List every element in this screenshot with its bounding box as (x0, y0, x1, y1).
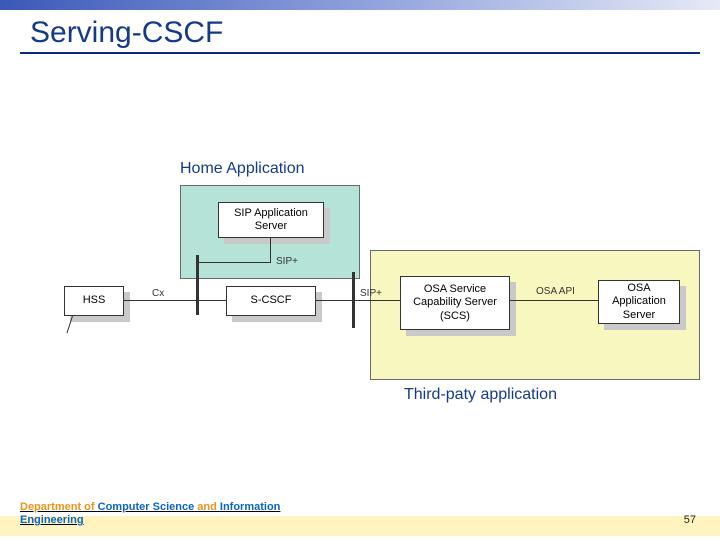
footer-word: Computer Science (98, 501, 198, 513)
title-underline (20, 52, 700, 54)
top-gradient-bar (0, 0, 720, 10)
line-rightbus-to-scs (354, 300, 400, 301)
line-hss-to-bus (124, 300, 197, 301)
line-scscf-to-leftbus (197, 300, 226, 301)
bus-left (196, 255, 199, 315)
line-sipas-to-bus (197, 262, 271, 263)
footer-word: Engineering (20, 514, 84, 526)
box-face: SIP Application Server (218, 202, 324, 238)
label-sip-plus-vertical: SIP+ (276, 256, 298, 267)
label-sip-plus-horizontal: SIP+ (360, 288, 382, 299)
box-face: OSA Service Capability Server (SCS) (400, 276, 510, 330)
line-sipas-down (270, 238, 271, 262)
label-cx: Cx (152, 288, 164, 299)
box-hss: HSS (64, 286, 124, 316)
label-osa-api: OSA API (536, 286, 575, 297)
line-scs-to-osaas (510, 300, 598, 301)
box-face: S-CSCF (226, 286, 316, 316)
footer-word: Department of (20, 501, 98, 513)
box-label: SIP Application Server (221, 207, 321, 233)
box-label: S-CSCF (251, 294, 292, 307)
box-face: HSS (64, 286, 124, 316)
box-s-cscf: S-CSCF (226, 286, 316, 316)
box-face: OSA Application Server (598, 280, 680, 324)
box-osa-scs: OSA Service Capability Server (SCS) (400, 276, 510, 330)
footer-word: Information (220, 501, 281, 513)
page-title: Serving-CSCF (30, 16, 223, 50)
box-label: HSS (83, 294, 106, 307)
box-osa-application-server: OSA Application Server (598, 280, 680, 324)
page-number: 57 (684, 514, 696, 526)
line-scscf-to-rightbus (316, 300, 353, 301)
box-label: OSA Application Server (601, 282, 677, 322)
slide: Serving-CSCF Home Application SIP Applic… (0, 0, 720, 540)
box-sip-application-server: SIP Application Server (218, 202, 324, 238)
footer-word: and (197, 501, 220, 513)
box-label: OSA Service Capability Server (SCS) (403, 283, 507, 323)
label-third-party-application: Third-paty application (404, 386, 557, 404)
footer-text: Department of Computer Science and Infor… (20, 501, 350, 529)
label-home-application: Home Application (180, 160, 305, 178)
